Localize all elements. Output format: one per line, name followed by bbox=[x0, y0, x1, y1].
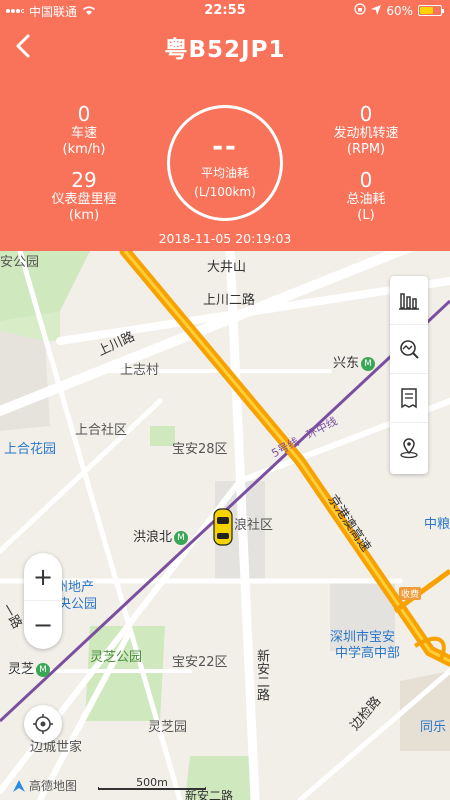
map-label: 浪社区 bbox=[234, 518, 274, 533]
map-label: 宝安28区 bbox=[172, 442, 228, 457]
map-label: 上川二路 bbox=[203, 293, 256, 308]
trend-search-button[interactable] bbox=[390, 325, 428, 374]
battery-icon bbox=[418, 5, 444, 16]
map-label: 大井山 bbox=[207, 260, 247, 275]
map-pin-icon bbox=[400, 437, 418, 458]
total-fuel-label: 总油耗 bbox=[346, 192, 386, 207]
location-arrow-icon bbox=[371, 4, 382, 18]
avg-fuel-gauge: -- 平均油耗 (L/100km) bbox=[167, 105, 283, 221]
map-label: 灵芝公园 bbox=[90, 650, 143, 665]
map-label: 上合社区 bbox=[75, 423, 128, 438]
bar-chart-icon bbox=[399, 293, 419, 310]
status-bar: 中国联通 22:55 60% bbox=[0, 0, 450, 22]
crosshair-icon bbox=[33, 714, 53, 734]
map-label: 安公园 bbox=[0, 255, 40, 270]
amap-brand: 高德地图 bbox=[12, 777, 77, 794]
locate-me-button[interactable] bbox=[24, 705, 62, 743]
metro-station-label: 洪浪北 M bbox=[133, 526, 189, 545]
map-label: 中粮 bbox=[424, 517, 450, 532]
zoom-in-button[interactable]: + bbox=[24, 553, 62, 601]
header: 中国联通 22:55 60% 粤B52JP1 0 车速 (km/h) 29 仪表… bbox=[0, 0, 450, 251]
metro-station-label: 兴东 M bbox=[333, 352, 376, 371]
report-button[interactable] bbox=[390, 374, 428, 423]
battery-percent: 60% bbox=[386, 3, 413, 18]
metro-station-label: 灵芝 M bbox=[8, 658, 51, 677]
magnifier-chart-icon bbox=[400, 340, 419, 359]
map-label: 中学高中部 bbox=[335, 646, 401, 661]
road-label: 新安二路 bbox=[254, 649, 269, 701]
odometer-metric: 29 仪表盘里程 (km) bbox=[24, 168, 144, 224]
brand-label: 高德地图 bbox=[29, 779, 78, 793]
odometer-unit: (km) bbox=[68, 208, 100, 223]
map-label: 灵芝园 bbox=[148, 720, 188, 735]
map-label: 同乐 bbox=[420, 720, 447, 735]
page-title: 粤B52JP1 bbox=[164, 37, 286, 63]
speed-unit: (km/h) bbox=[62, 142, 106, 157]
metro-icon: M bbox=[36, 662, 51, 677]
odometer-label: 仪表盘里程 bbox=[51, 192, 117, 207]
metro-icon: M bbox=[174, 530, 189, 545]
map-scale: 500m bbox=[98, 776, 206, 792]
map-label: 宝安22区 bbox=[172, 655, 228, 670]
rpm-value: 0 bbox=[359, 102, 373, 126]
speed-value: 0 bbox=[77, 102, 91, 126]
rpm-metric: 0 发动机转速 (RPM) bbox=[306, 102, 426, 158]
zoom-out-button[interactable]: − bbox=[24, 601, 62, 649]
map-canvas bbox=[0, 251, 450, 800]
amap-logo-icon bbox=[13, 779, 25, 792]
total-fuel-value: 0 bbox=[359, 168, 373, 192]
odometer-value: 29 bbox=[71, 168, 97, 192]
speed-label: 车速 bbox=[70, 126, 97, 141]
timestamp: 2018-11-05 20:19:03 bbox=[158, 231, 292, 246]
map-label: 上合花园 bbox=[4, 442, 57, 457]
zoom-control: + − bbox=[24, 553, 62, 649]
map-toolbar bbox=[390, 276, 428, 474]
avg-fuel-value: -- bbox=[212, 132, 238, 162]
rpm-label: 发动机转速 bbox=[333, 126, 399, 141]
speed-metric: 0 车速 (km/h) bbox=[24, 102, 144, 158]
toll-badge: 收费 bbox=[399, 587, 422, 600]
car-marker-icon bbox=[213, 508, 233, 546]
map-label: 上志村 bbox=[120, 363, 160, 378]
location-pin-button[interactable] bbox=[390, 423, 428, 472]
rotation-lock-icon bbox=[354, 3, 366, 18]
rpm-unit: (RPM) bbox=[346, 142, 386, 157]
total-fuel-metric: 0 总油耗 (L) bbox=[306, 168, 426, 224]
map-view[interactable]: 大井山 上川二路 上川路 上志村 兴东 M 上合社区 上合花园 宝安28区 5号线… bbox=[0, 251, 450, 800]
metro-icon: M bbox=[361, 356, 376, 371]
avg-fuel-label: 平均油耗 bbox=[200, 166, 249, 180]
total-fuel-unit: (L) bbox=[357, 208, 375, 223]
stats-button[interactable] bbox=[390, 276, 428, 325]
avg-fuel-unit: (L/100km) bbox=[194, 185, 256, 199]
document-icon bbox=[401, 388, 417, 409]
